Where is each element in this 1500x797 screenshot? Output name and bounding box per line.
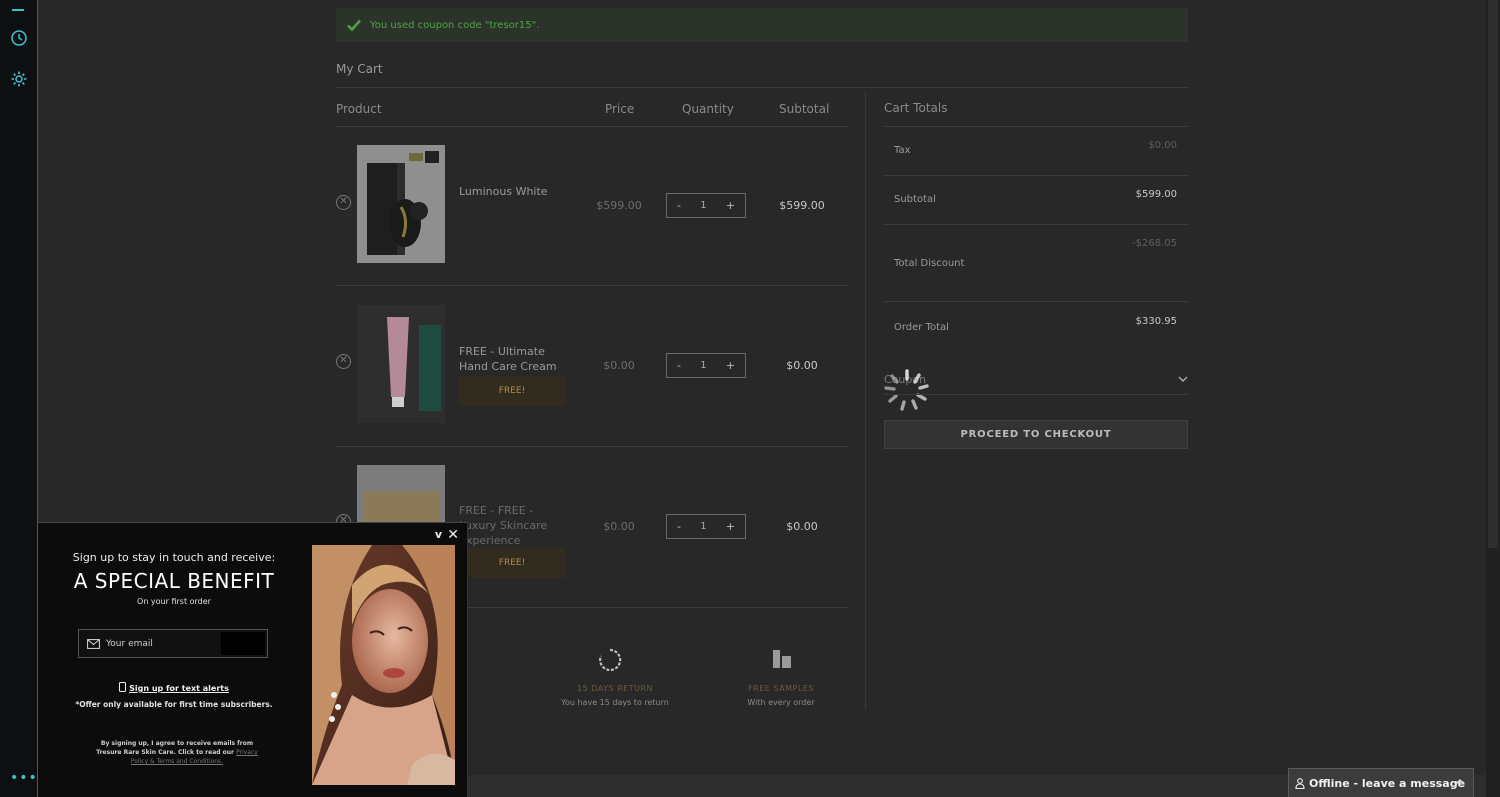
- order-total-label: Order Total: [894, 322, 949, 333]
- scrollbar[interactable]: [1486, 0, 1500, 797]
- column-product: Product: [336, 102, 382, 116]
- discount-value: -$268.05: [1132, 238, 1177, 249]
- tax-label: Tax: [894, 145, 911, 156]
- sms-signup[interactable]: Sign up for text alerts: [38, 682, 310, 693]
- legal-text: By signing up, I agree to receive emails…: [88, 739, 266, 766]
- perfume-box-image: [357, 145, 445, 263]
- gear-icon[interactable]: [10, 70, 28, 88]
- skincare-kit-image: [357, 465, 445, 525]
- product-name[interactable]: Luminous White: [459, 184, 569, 199]
- item-price: $0.00: [603, 520, 635, 533]
- column-separator: [865, 92, 866, 710]
- product-image[interactable]: [357, 145, 445, 263]
- email-input[interactable]: [106, 638, 216, 649]
- product-image[interactable]: [357, 305, 445, 423]
- minimize-icon[interactable]: [12, 9, 24, 11]
- free-badge: FREE!: [459, 376, 565, 406]
- divider: [884, 394, 1188, 395]
- popup-lead: Sign up to stay in touch and receive:: [72, 551, 276, 564]
- feature-title: 15 DAYS RETURN: [577, 684, 653, 693]
- quantity-stepper: - 1 +: [666, 353, 746, 378]
- qty-value[interactable]: 1: [700, 360, 706, 371]
- qty-minus-button[interactable]: -: [677, 199, 681, 212]
- qty-minus-button[interactable]: -: [677, 359, 681, 372]
- subtotal-label: Subtotal: [894, 194, 936, 205]
- tax-value: $0.00: [1148, 140, 1177, 151]
- close-popup-button[interactable]: ✕: [447, 527, 459, 543]
- chevron-up-icon[interactable]: [1455, 778, 1465, 786]
- divider: [884, 175, 1188, 176]
- sms-signup-link[interactable]: Sign up for text alerts: [129, 684, 229, 693]
- feature-subtitle: With every order: [747, 698, 815, 707]
- divider: [884, 301, 1188, 302]
- left-sidebar: •••: [0, 0, 38, 797]
- subtotal-value: $599.00: [1135, 189, 1177, 200]
- divider: [336, 446, 848, 447]
- feature-title: FREE SAMPLES: [748, 684, 814, 693]
- column-price: Price: [605, 102, 635, 116]
- quantity-stepper: - 1 +: [666, 193, 746, 218]
- hand-cream-image: [357, 305, 445, 417]
- item-subtotal: $0.00: [786, 520, 818, 533]
- item-price: $0.00: [603, 359, 635, 372]
- order-total-value: $330.95: [1135, 316, 1177, 327]
- return-icon: [599, 648, 622, 672]
- notice-text: You used coupon code "tresor15".: [370, 19, 540, 31]
- cart-title: My Cart: [336, 62, 383, 76]
- popup-subline: On your first order: [137, 597, 211, 606]
- item-subtotal: $599.00: [779, 199, 825, 212]
- qty-minus-button[interactable]: -: [677, 520, 681, 533]
- product-name[interactable]: FREE - Ultimate Hand Care Cream: [459, 344, 569, 374]
- quantity-stepper: - 1 +: [666, 514, 746, 539]
- envelope-icon: [87, 638, 100, 649]
- signup-popup: v ✕ Sign up to stay in touch and receive…: [38, 522, 468, 797]
- more-icon[interactable]: •••: [10, 770, 38, 786]
- samples-icon: [773, 650, 791, 668]
- remove-item-button[interactable]: ✕: [336, 195, 351, 210]
- live-chat-widget[interactable]: Offline - leave a message: [1288, 768, 1474, 797]
- minimize-popup-button[interactable]: v: [435, 528, 442, 541]
- chat-label: Offline - leave a message: [1309, 776, 1466, 790]
- divider: [336, 285, 848, 286]
- column-quantity: Quantity: [682, 102, 734, 116]
- remove-item-button[interactable]: ✕: [336, 354, 351, 369]
- chevron-down-icon[interactable]: [1178, 375, 1188, 383]
- divider: [336, 126, 848, 127]
- divider: [884, 224, 1188, 225]
- discount-label: Total Discount: [894, 258, 965, 269]
- item-subtotal: $0.00: [786, 359, 818, 372]
- feature-subtitle: You have 15 days to return: [561, 698, 669, 707]
- free-badge: FREE!: [459, 548, 565, 578]
- phone-icon: [119, 682, 127, 692]
- model-photo: [312, 545, 455, 785]
- qty-plus-button[interactable]: +: [726, 520, 735, 533]
- divider: [336, 87, 1188, 88]
- qty-plus-button[interactable]: +: [726, 359, 735, 372]
- cart-totals-title: Cart Totals: [884, 101, 948, 115]
- column-subtotal: Subtotal: [779, 102, 830, 116]
- qty-value[interactable]: 1: [700, 521, 706, 532]
- scrollbar-thumb[interactable]: [1488, 0, 1498, 548]
- loading-spinner-icon: [884, 369, 929, 411]
- item-price: $599.00: [596, 199, 642, 212]
- legal-copy: By signing up, I agree to receive emails…: [96, 740, 254, 756]
- clock-icon[interactable]: [10, 29, 28, 47]
- email-field[interactable]: [78, 629, 268, 658]
- proceed-to-checkout-button[interactable]: PROCEED TO CHECKOUT: [884, 420, 1188, 449]
- person-icon: [1295, 777, 1305, 789]
- check-icon: [347, 19, 361, 32]
- offer-note: *Offer only available for first time sub…: [75, 700, 273, 709]
- divider: [884, 126, 1188, 127]
- qty-value[interactable]: 1: [700, 200, 706, 211]
- coupon-success-notice: You used coupon code "tresor15".: [336, 8, 1188, 42]
- qty-plus-button[interactable]: +: [726, 199, 735, 212]
- product-name[interactable]: FREE - FREE - Luxury Skincare Experience: [459, 503, 569, 548]
- email-submit-button[interactable]: [221, 632, 265, 655]
- popup-headline: A SPECIAL BENEFIT: [73, 569, 275, 593]
